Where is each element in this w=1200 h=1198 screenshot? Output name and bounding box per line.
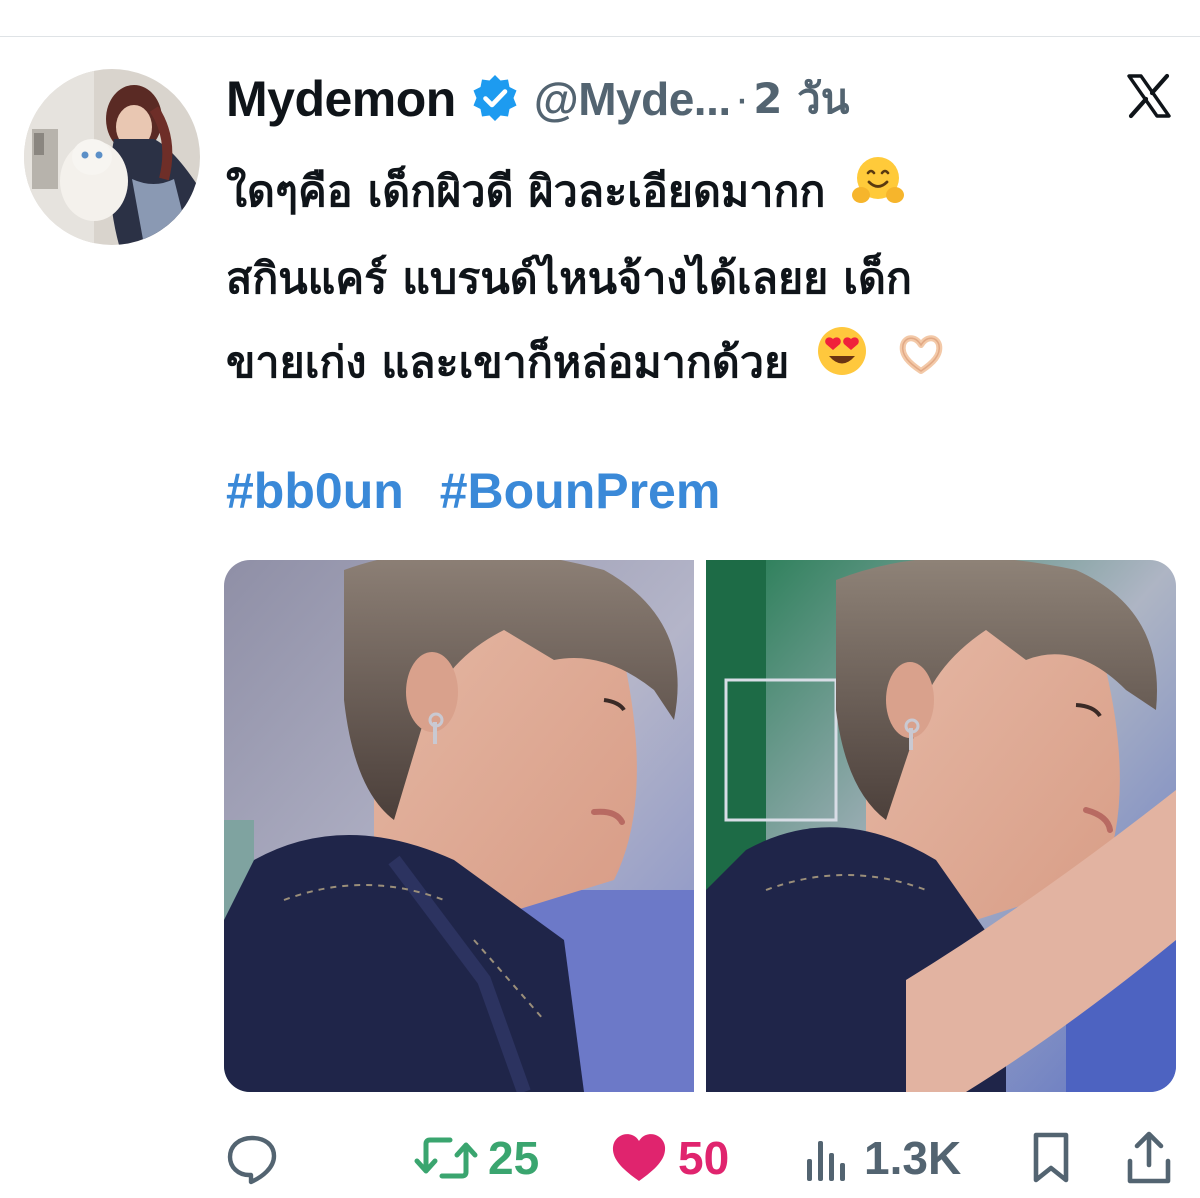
verified-badge-icon (468, 72, 522, 126)
views-count: 1.3K (864, 1132, 962, 1184)
retweet-count: 25 (488, 1132, 540, 1184)
hashtags: #bb0un #BounPrem (226, 462, 742, 520)
hashtag-link[interactable]: #BounPrem (440, 463, 721, 519)
bookmark-icon (1033, 1132, 1069, 1183)
tweet-text-line: ขายเก่ง และเขาก็หล่อมากด้วย (226, 321, 1176, 408)
views-icon (807, 1141, 845, 1181)
x-logo-icon[interactable] (1125, 72, 1173, 120)
tweet-header: Mydemon @Myde... · 2 วัน (226, 66, 849, 132)
handle[interactable]: @Myde... (534, 72, 731, 126)
tweet-text-line-2: สกินแคร์ แบรนด์ไหนจ้างได้เลยย เด็ก (226, 253, 912, 304)
tweet-text-line-1: ใดๆคือ เด็กผิวดี ผิวละเอียดมากก (226, 167, 826, 217)
heart-hands-emoji-icon (895, 323, 947, 407)
bookmark-button[interactable] (1030, 1128, 1072, 1188)
like-count: 50 (678, 1132, 730, 1184)
tweet-text: ใดๆคือ เด็กผิวดี ผิวละเอียดมากก สกินแคร์… (226, 150, 1176, 407)
avatar[interactable] (24, 69, 200, 245)
heart-eyes-emoji-icon (814, 323, 870, 407)
like-button[interactable]: 50 (610, 1128, 729, 1188)
separator-dot: · (734, 74, 750, 123)
timestamp[interactable]: 2 วัน (753, 66, 849, 132)
display-name[interactable]: Mydemon (226, 70, 456, 128)
tweet-text-line-3: ขายเก่ง และเขาก็หล่อมากด้วย (226, 337, 790, 388)
retweet-button[interactable]: 25 (414, 1128, 539, 1188)
views-button[interactable]: 1.3K (804, 1128, 961, 1188)
hugging-face-emoji-icon (850, 153, 906, 237)
retweet-icon (414, 1137, 478, 1179)
reply-icon (227, 1135, 277, 1185)
tweet-text-line: ใดๆคือ เด็กผิวดี ผิวละเอียดมากก (226, 150, 1176, 237)
avatar-image (24, 69, 200, 245)
share-button[interactable] (1124, 1128, 1174, 1188)
tweet-text-line: สกินแคร์ แบรนด์ไหนจ้างได้เลยย เด็ก (226, 237, 1176, 321)
reply-button[interactable] (224, 1128, 280, 1188)
photo-1[interactable] (224, 560, 694, 1092)
heart-icon (612, 1134, 666, 1181)
media-grid (224, 560, 1176, 1092)
hashtag-link[interactable]: #bb0un (226, 463, 404, 519)
action-bar: 25 50 1.3K (224, 1128, 1176, 1188)
top-divider (0, 36, 1200, 37)
share-icon (1127, 1131, 1171, 1184)
photo-2[interactable] (706, 560, 1176, 1092)
